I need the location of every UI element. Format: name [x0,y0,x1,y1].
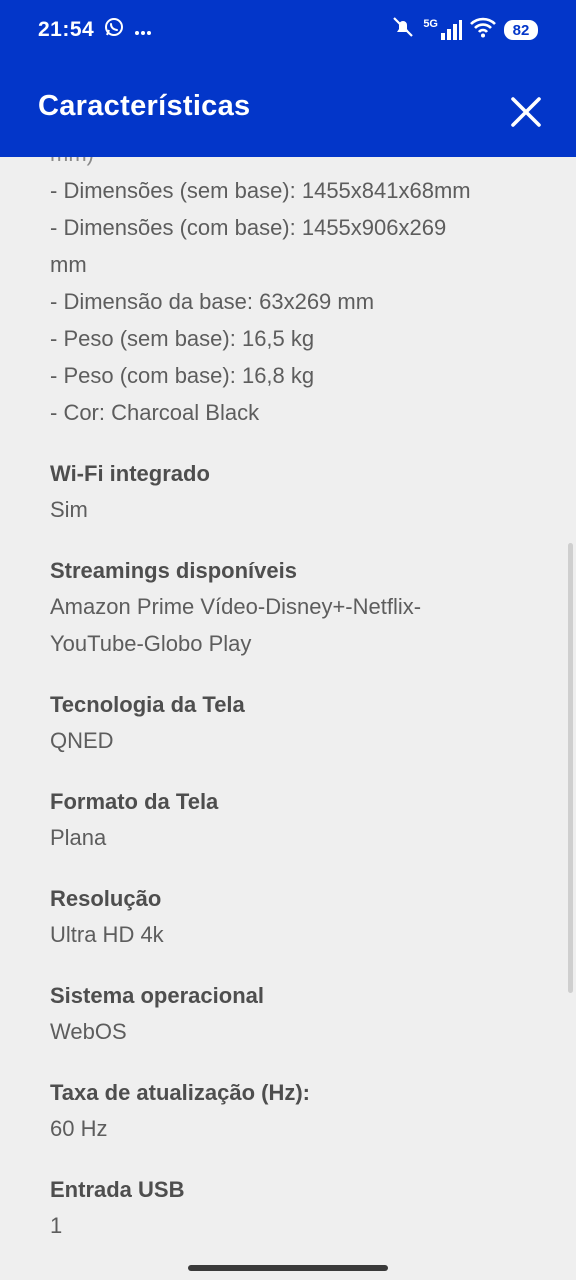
dimension-line: - Dimensão da base: 63x269 mm [50,289,375,314]
spec-value: Sim [50,497,88,522]
dimension-line-cut: mm) [50,157,550,172]
spec-operating-system: Sistema operacional WebOS [50,979,550,1050]
spec-label: Tecnologia da Tela [50,692,245,717]
spec-value: WebOS [50,1019,127,1044]
status-bar: 21:54 5G 82 [0,0,576,60]
spec-value: 1 [50,1213,63,1238]
characteristics-inner: mm) - Dimensões (sem base): 1455x841x68m… [50,157,550,1244]
status-time: 21:54 [38,18,95,41]
spec-label: Sistema operacional [50,983,264,1008]
spec-label: Streamings disponíveis [50,558,297,583]
scrollbar[interactable] [568,543,573,993]
spec-value: 60 Hz [50,1116,108,1141]
spec-value: Ultra HD 4k [50,922,164,947]
spec-label: Taxa de atualização (Hz): [50,1080,310,1105]
spec-value: QNED [50,728,114,753]
spec-value: Amazon Prime Vídeo-Disney+-Netflix- [50,594,422,619]
status-right: 5G 82 [391,15,538,45]
spec-label: Entrada USB [50,1177,185,1202]
dimension-line: - Peso (com base): 16,8 kg [50,363,315,388]
5g-signal-icon: 5G [423,19,462,41]
spec-refresh-rate: Taxa de atualização (Hz): 60 Hz [50,1076,550,1147]
characteristics-list[interactable]: mm) - Dimensões (sem base): 1455x841x68m… [0,157,576,1257]
page-title: Características [38,90,251,122]
dimension-line: - Peso (sem base): 16,5 kg [50,326,315,351]
close-button[interactable] [506,92,546,132]
dimension-line: - Dimensões (sem base): 1455x841x68mm [50,178,471,203]
whatsapp-icon [104,17,124,43]
dimension-line: mm [50,252,87,277]
wifi-icon [470,16,496,44]
spec-resolution: Resolução Ultra HD 4k [50,882,550,953]
spec-value: Plana [50,825,107,850]
dimension-line: - Dimensões (com base): 1455x906x269 [50,215,447,240]
status-left: 21:54 [38,17,152,43]
spec-screen-format: Formato da Tela Plana [50,785,550,856]
spec-label: Wi-Fi integrado [50,461,210,486]
mute-icon [391,15,415,45]
close-icon [511,97,541,127]
app-header: 21:54 5G 82 Características [0,0,576,157]
network-label: 5G [423,18,438,30]
gesture-nav-handle[interactable] [188,1265,388,1271]
spec-value-continued: YouTube-Globo Play [50,631,252,656]
spec-streamings: Streamings disponíveis Amazon Prime Víde… [50,554,550,662]
spec-screen-technology: Tecnologia da Tela QNED [50,688,550,759]
battery-indicator: 82 [504,20,538,40]
spec-label: Resolução [50,886,162,911]
spec-wifi: Wi-Fi integrado Sim [50,457,550,528]
dimension-line: - Cor: Charcoal Black [50,400,260,425]
spec-usb-input: Entrada USB 1 [50,1173,550,1244]
spec-label: Formato da Tela [50,789,219,814]
more-dots-icon [134,18,152,42]
